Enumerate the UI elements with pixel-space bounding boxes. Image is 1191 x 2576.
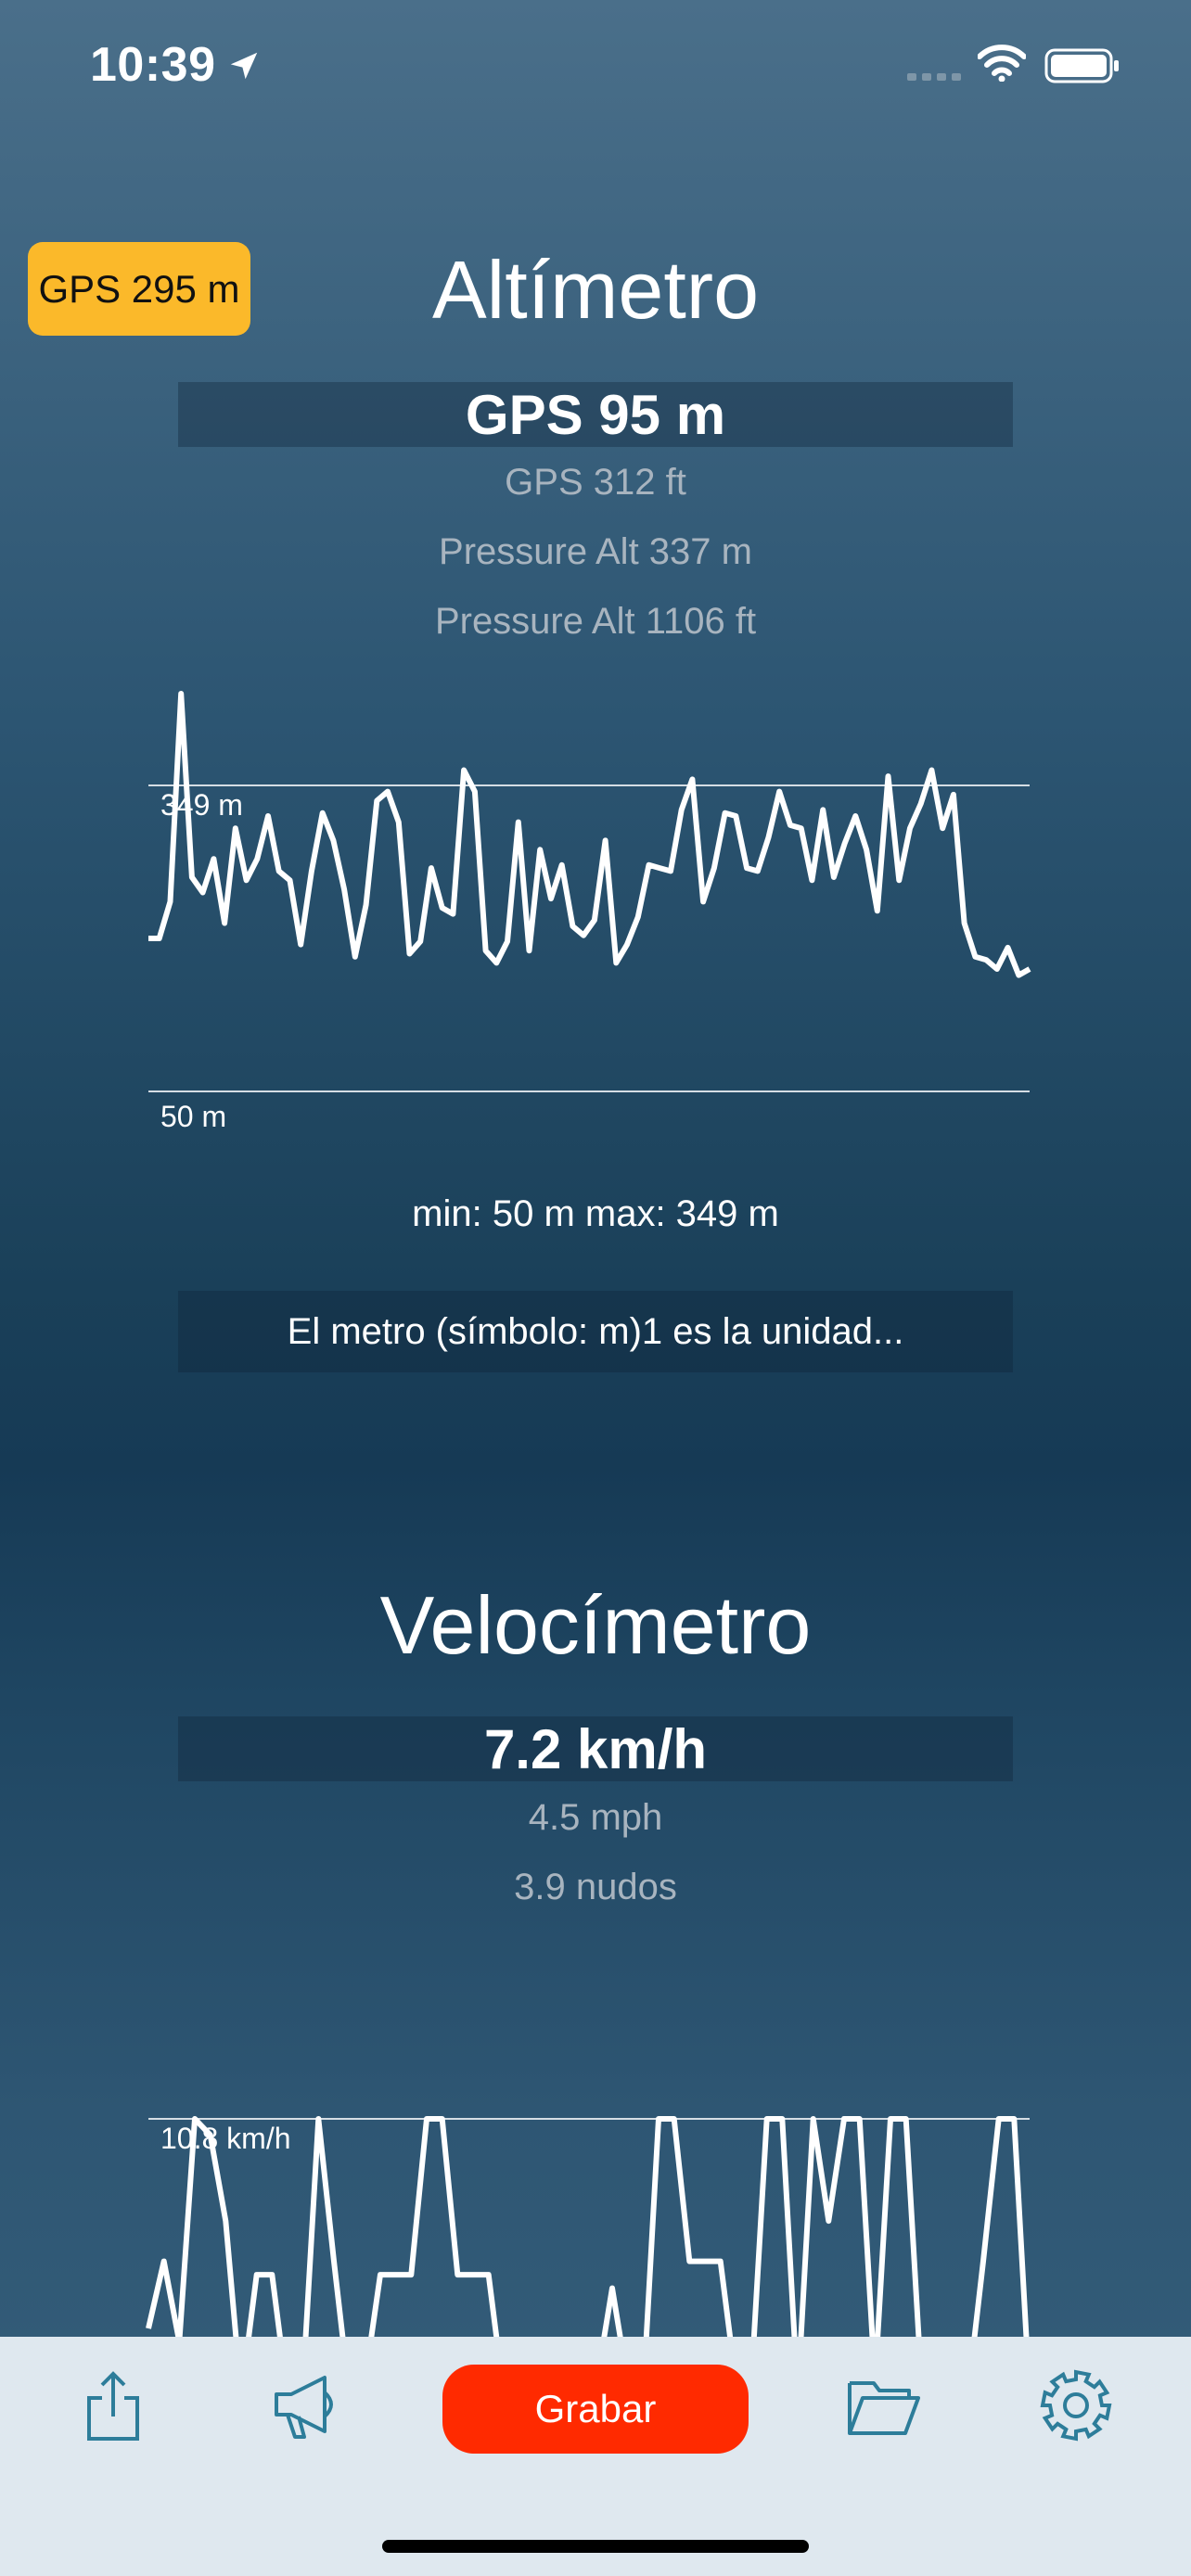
chart-min-label: 50 m bbox=[160, 1100, 226, 1133]
altimeter-title: Altímetro bbox=[431, 244, 760, 336]
altitude-series-line bbox=[148, 691, 1031, 978]
speed-chart: 10.8 km/h bbox=[146, 2116, 1032, 2399]
cellular-signal-icon bbox=[907, 73, 961, 81]
battery-icon bbox=[1044, 48, 1119, 83]
altimeter-primary-value: GPS 95 m bbox=[178, 382, 1013, 447]
gear-icon[interactable] bbox=[1037, 2366, 1115, 2444]
altimeter-secondary-1: GPS 312 ft bbox=[505, 462, 686, 503]
status-time: 10:39 bbox=[90, 38, 216, 92]
altitude-chart: 349 m 50 m bbox=[148, 691, 1031, 1133]
folder-icon[interactable] bbox=[844, 2366, 922, 2444]
speed-primary-value: 7.2 km/h bbox=[178, 1716, 1013, 1781]
location-arrow-icon bbox=[230, 52, 258, 80]
speed-secondary-1: 4.5 mph bbox=[528, 1797, 663, 1838]
meter-description[interactable]: El metro (símbolo: m)1 es la unidad... bbox=[178, 1291, 1013, 1372]
altimeter-secondary-2: Pressure Alt 337 m bbox=[439, 531, 752, 572]
home-indicator bbox=[382, 2540, 809, 2553]
wifi-icon bbox=[978, 45, 1026, 82]
share-icon[interactable] bbox=[74, 2366, 152, 2444]
altimeter-secondary-3: Pressure Alt 1106 ft bbox=[434, 601, 757, 642]
record-button[interactable]: Grabar bbox=[442, 2365, 749, 2454]
speed-secondary-2: 3.9 nudos bbox=[514, 1867, 677, 1907]
speed-chart-max-label: 10.8 km/h bbox=[160, 2122, 291, 2155]
altitude-minmax: min: 50 m max: 349 m bbox=[412, 1193, 779, 1234]
speedometer-title: Velocímetro bbox=[379, 1579, 812, 1671]
megaphone-icon[interactable] bbox=[267, 2366, 345, 2444]
